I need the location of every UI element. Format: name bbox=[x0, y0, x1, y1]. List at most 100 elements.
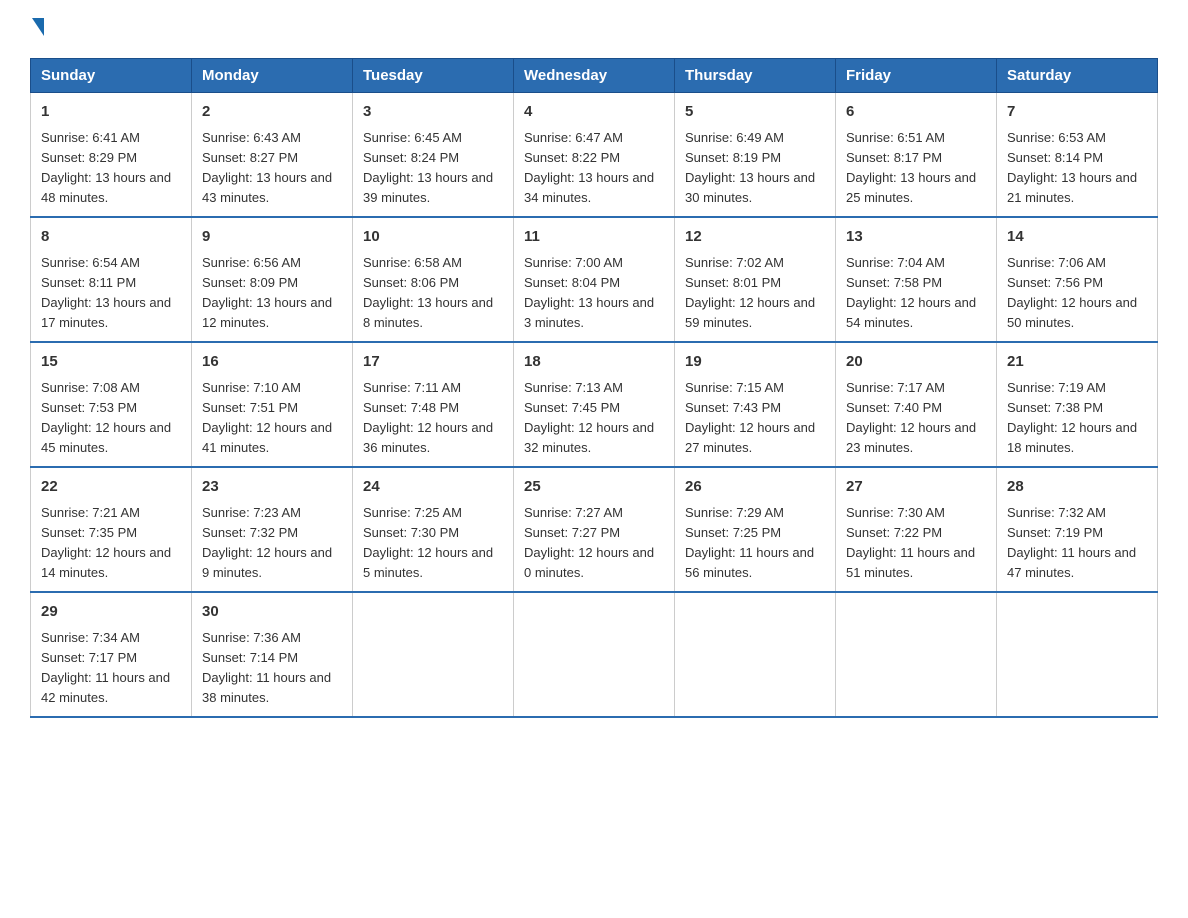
calendar-day-cell bbox=[836, 592, 997, 717]
calendar-day-cell: 19 Sunrise: 7:15 AMSunset: 7:43 PMDaylig… bbox=[675, 342, 836, 467]
day-info: Sunrise: 7:13 AMSunset: 7:45 PMDaylight:… bbox=[524, 380, 654, 455]
day-number: 13 bbox=[846, 226, 986, 249]
day-info: Sunrise: 7:25 AMSunset: 7:30 PMDaylight:… bbox=[363, 505, 493, 580]
calendar-day-cell: 6 Sunrise: 6:51 AMSunset: 8:17 PMDayligh… bbox=[836, 93, 997, 218]
day-number: 23 bbox=[202, 476, 342, 499]
calendar-day-cell: 5 Sunrise: 6:49 AMSunset: 8:19 PMDayligh… bbox=[675, 93, 836, 218]
day-number: 21 bbox=[1007, 351, 1147, 374]
day-number: 24 bbox=[363, 476, 503, 499]
day-number: 16 bbox=[202, 351, 342, 374]
calendar-day-cell: 21 Sunrise: 7:19 AMSunset: 7:38 PMDaylig… bbox=[997, 342, 1158, 467]
calendar-day-cell: 30 Sunrise: 7:36 AMSunset: 7:14 PMDaylig… bbox=[192, 592, 353, 717]
calendar-day-cell bbox=[353, 592, 514, 717]
day-info: Sunrise: 6:43 AMSunset: 8:27 PMDaylight:… bbox=[202, 130, 332, 205]
calendar-table: SundayMondayTuesdayWednesdayThursdayFrid… bbox=[30, 58, 1158, 718]
day-info: Sunrise: 6:51 AMSunset: 8:17 PMDaylight:… bbox=[846, 130, 976, 205]
day-info: Sunrise: 7:32 AMSunset: 7:19 PMDaylight:… bbox=[1007, 505, 1136, 580]
day-number: 27 bbox=[846, 476, 986, 499]
weekday-header-thursday: Thursday bbox=[675, 59, 836, 93]
calendar-day-cell: 24 Sunrise: 7:25 AMSunset: 7:30 PMDaylig… bbox=[353, 467, 514, 592]
day-info: Sunrise: 7:04 AMSunset: 7:58 PMDaylight:… bbox=[846, 255, 976, 330]
day-info: Sunrise: 7:02 AMSunset: 8:01 PMDaylight:… bbox=[685, 255, 815, 330]
day-info: Sunrise: 7:11 AMSunset: 7:48 PMDaylight:… bbox=[363, 380, 493, 455]
day-number: 17 bbox=[363, 351, 503, 374]
day-number: 20 bbox=[846, 351, 986, 374]
weekday-header-wednesday: Wednesday bbox=[514, 59, 675, 93]
calendar-day-cell: 4 Sunrise: 6:47 AMSunset: 8:22 PMDayligh… bbox=[514, 93, 675, 218]
day-number: 30 bbox=[202, 601, 342, 624]
calendar-day-cell: 16 Sunrise: 7:10 AMSunset: 7:51 PMDaylig… bbox=[192, 342, 353, 467]
calendar-day-cell: 9 Sunrise: 6:56 AMSunset: 8:09 PMDayligh… bbox=[192, 217, 353, 342]
calendar-day-cell: 1 Sunrise: 6:41 AMSunset: 8:29 PMDayligh… bbox=[31, 93, 192, 218]
day-info: Sunrise: 6:56 AMSunset: 8:09 PMDaylight:… bbox=[202, 255, 332, 330]
calendar-day-cell: 8 Sunrise: 6:54 AMSunset: 8:11 PMDayligh… bbox=[31, 217, 192, 342]
day-number: 22 bbox=[41, 476, 181, 499]
day-number: 10 bbox=[363, 226, 503, 249]
calendar-day-cell bbox=[514, 592, 675, 717]
calendar-day-cell: 25 Sunrise: 7:27 AMSunset: 7:27 PMDaylig… bbox=[514, 467, 675, 592]
day-number: 2 bbox=[202, 101, 342, 124]
calendar-day-cell: 29 Sunrise: 7:34 AMSunset: 7:17 PMDaylig… bbox=[31, 592, 192, 717]
day-info: Sunrise: 7:19 AMSunset: 7:38 PMDaylight:… bbox=[1007, 380, 1137, 455]
calendar-day-cell: 7 Sunrise: 6:53 AMSunset: 8:14 PMDayligh… bbox=[997, 93, 1158, 218]
calendar-day-cell bbox=[997, 592, 1158, 717]
day-number: 28 bbox=[1007, 476, 1147, 499]
day-number: 18 bbox=[524, 351, 664, 374]
page-header bbox=[30, 20, 1158, 38]
day-info: Sunrise: 7:06 AMSunset: 7:56 PMDaylight:… bbox=[1007, 255, 1137, 330]
day-info: Sunrise: 6:54 AMSunset: 8:11 PMDaylight:… bbox=[41, 255, 171, 330]
calendar-day-cell: 13 Sunrise: 7:04 AMSunset: 7:58 PMDaylig… bbox=[836, 217, 997, 342]
calendar-day-cell: 23 Sunrise: 7:23 AMSunset: 7:32 PMDaylig… bbox=[192, 467, 353, 592]
calendar-day-cell bbox=[675, 592, 836, 717]
calendar-day-cell: 28 Sunrise: 7:32 AMSunset: 7:19 PMDaylig… bbox=[997, 467, 1158, 592]
calendar-week-row: 1 Sunrise: 6:41 AMSunset: 8:29 PMDayligh… bbox=[31, 93, 1158, 218]
day-number: 9 bbox=[202, 226, 342, 249]
day-info: Sunrise: 7:36 AMSunset: 7:14 PMDaylight:… bbox=[202, 630, 331, 705]
calendar-day-cell: 20 Sunrise: 7:17 AMSunset: 7:40 PMDaylig… bbox=[836, 342, 997, 467]
weekday-header-tuesday: Tuesday bbox=[353, 59, 514, 93]
day-number: 4 bbox=[524, 101, 664, 124]
day-number: 6 bbox=[846, 101, 986, 124]
day-number: 7 bbox=[1007, 101, 1147, 124]
day-info: Sunrise: 7:10 AMSunset: 7:51 PMDaylight:… bbox=[202, 380, 332, 455]
calendar-header-row: SundayMondayTuesdayWednesdayThursdayFrid… bbox=[31, 59, 1158, 93]
day-number: 11 bbox=[524, 226, 664, 249]
day-info: Sunrise: 6:53 AMSunset: 8:14 PMDaylight:… bbox=[1007, 130, 1137, 205]
day-number: 5 bbox=[685, 101, 825, 124]
day-info: Sunrise: 7:17 AMSunset: 7:40 PMDaylight:… bbox=[846, 380, 976, 455]
calendar-day-cell: 27 Sunrise: 7:30 AMSunset: 7:22 PMDaylig… bbox=[836, 467, 997, 592]
calendar-day-cell: 17 Sunrise: 7:11 AMSunset: 7:48 PMDaylig… bbox=[353, 342, 514, 467]
day-info: Sunrise: 7:00 AMSunset: 8:04 PMDaylight:… bbox=[524, 255, 654, 330]
day-info: Sunrise: 6:47 AMSunset: 8:22 PMDaylight:… bbox=[524, 130, 654, 205]
weekday-header-sunday: Sunday bbox=[31, 59, 192, 93]
day-number: 12 bbox=[685, 226, 825, 249]
calendar-day-cell: 26 Sunrise: 7:29 AMSunset: 7:25 PMDaylig… bbox=[675, 467, 836, 592]
day-number: 15 bbox=[41, 351, 181, 374]
day-number: 26 bbox=[685, 476, 825, 499]
calendar-week-row: 8 Sunrise: 6:54 AMSunset: 8:11 PMDayligh… bbox=[31, 217, 1158, 342]
day-number: 25 bbox=[524, 476, 664, 499]
calendar-week-row: 15 Sunrise: 7:08 AMSunset: 7:53 PMDaylig… bbox=[31, 342, 1158, 467]
weekday-header-saturday: Saturday bbox=[997, 59, 1158, 93]
day-number: 3 bbox=[363, 101, 503, 124]
calendar-day-cell: 22 Sunrise: 7:21 AMSunset: 7:35 PMDaylig… bbox=[31, 467, 192, 592]
calendar-day-cell: 10 Sunrise: 6:58 AMSunset: 8:06 PMDaylig… bbox=[353, 217, 514, 342]
day-number: 19 bbox=[685, 351, 825, 374]
calendar-day-cell: 2 Sunrise: 6:43 AMSunset: 8:27 PMDayligh… bbox=[192, 93, 353, 218]
day-info: Sunrise: 6:58 AMSunset: 8:06 PMDaylight:… bbox=[363, 255, 493, 330]
logo bbox=[30, 20, 44, 38]
logo-arrow-icon bbox=[32, 18, 44, 36]
day-info: Sunrise: 7:30 AMSunset: 7:22 PMDaylight:… bbox=[846, 505, 975, 580]
calendar-day-cell: 18 Sunrise: 7:13 AMSunset: 7:45 PMDaylig… bbox=[514, 342, 675, 467]
calendar-day-cell: 14 Sunrise: 7:06 AMSunset: 7:56 PMDaylig… bbox=[997, 217, 1158, 342]
day-info: Sunrise: 6:41 AMSunset: 8:29 PMDaylight:… bbox=[41, 130, 171, 205]
day-info: Sunrise: 7:29 AMSunset: 7:25 PMDaylight:… bbox=[685, 505, 814, 580]
day-info: Sunrise: 6:45 AMSunset: 8:24 PMDaylight:… bbox=[363, 130, 493, 205]
day-info: Sunrise: 7:21 AMSunset: 7:35 PMDaylight:… bbox=[41, 505, 171, 580]
day-info: Sunrise: 7:34 AMSunset: 7:17 PMDaylight:… bbox=[41, 630, 170, 705]
calendar-week-row: 29 Sunrise: 7:34 AMSunset: 7:17 PMDaylig… bbox=[31, 592, 1158, 717]
calendar-day-cell: 12 Sunrise: 7:02 AMSunset: 8:01 PMDaylig… bbox=[675, 217, 836, 342]
calendar-week-row: 22 Sunrise: 7:21 AMSunset: 7:35 PMDaylig… bbox=[31, 467, 1158, 592]
day-info: Sunrise: 7:23 AMSunset: 7:32 PMDaylight:… bbox=[202, 505, 332, 580]
calendar-day-cell: 15 Sunrise: 7:08 AMSunset: 7:53 PMDaylig… bbox=[31, 342, 192, 467]
